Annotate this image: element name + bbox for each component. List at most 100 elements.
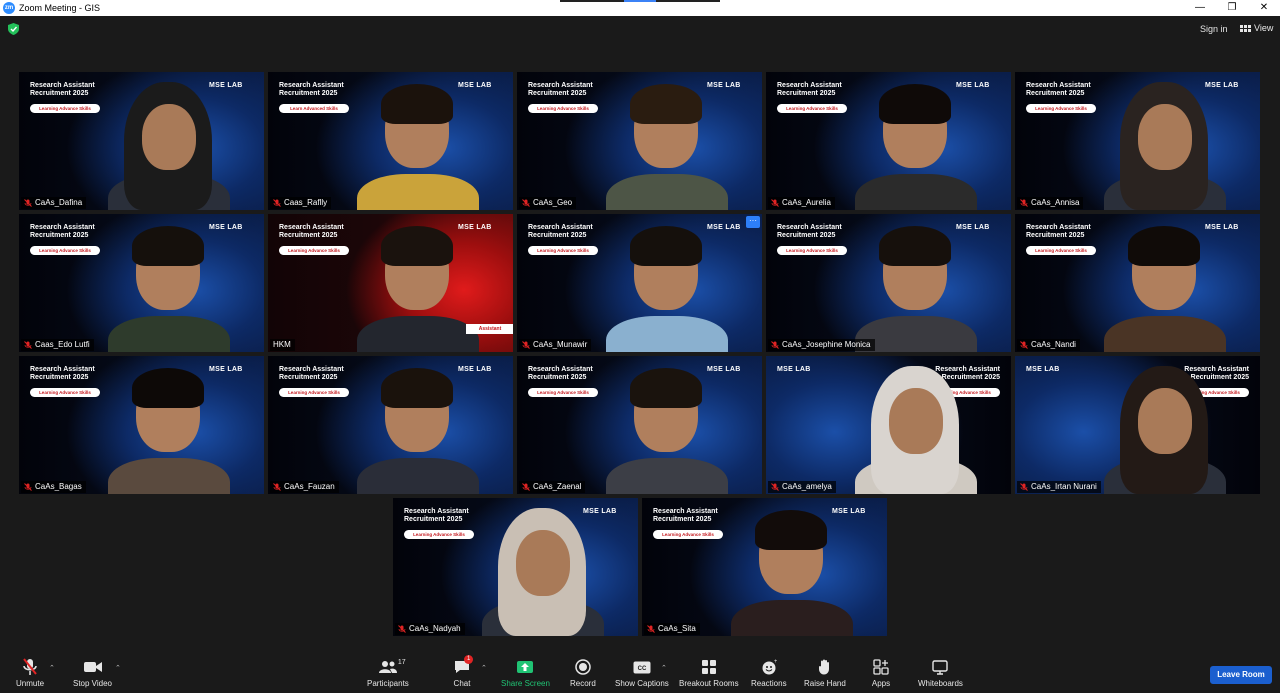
participant-name: CaAs_Dafina (35, 198, 83, 207)
participant-name: CaAs_Irtan Nurani (1031, 482, 1097, 491)
whiteboards-button[interactable]: Whiteboards (918, 658, 963, 688)
captions-options-caret-icon[interactable]: ⌃ (661, 664, 667, 672)
raise-hand-button[interactable]: Raise Hand (804, 658, 846, 688)
participant-video (855, 366, 977, 494)
participant-name: CaAs_Sita (658, 624, 696, 633)
participant-nametag: CaAs_Annisa (1017, 197, 1084, 209)
mic-muted-icon (522, 199, 530, 207)
more-options-icon[interactable]: ··· (746, 216, 760, 228)
participant-nametag: Caas_Raflly (270, 197, 332, 209)
restore-button[interactable]: ❐ (1216, 0, 1248, 16)
participant-name: CaAs_Munawir (533, 340, 588, 349)
breakout-rooms-label: Breakout Rooms (679, 679, 739, 688)
mic-muted-icon (23, 658, 37, 675)
video-tile[interactable]: Research Assistant Recruitment 2025 Learn… (1015, 214, 1260, 352)
sign-in-link[interactable]: Sign in (1200, 24, 1228, 34)
video-tile[interactable]: Research Assistant Recruitment 2025 Learn… (766, 72, 1011, 210)
mic-muted-icon (771, 341, 779, 349)
mse-lab-logo: MSE LAB (777, 366, 811, 373)
participant-name: CaAs_Nadyah (409, 624, 461, 633)
view-button[interactable]: View (1240, 23, 1273, 33)
mic-muted-icon (398, 625, 406, 633)
video-tile[interactable]: Research Assistant Recruitment 2025 Learn… (517, 356, 762, 494)
video-tile[interactable]: Research Assistant Recruitment 2025 Learn… (268, 214, 513, 352)
participant-video (357, 82, 479, 210)
video-tile[interactable]: Research Assistant Recruitment 2025 Learn… (19, 356, 264, 494)
participant-nametag: CaAs_Bagas (21, 481, 86, 493)
minimize-button[interactable]: — (1184, 0, 1216, 16)
chat-options-caret-icon[interactable]: ⌃ (481, 664, 487, 672)
mic-muted-icon (771, 199, 779, 207)
video-camera-icon (83, 662, 102, 672)
breakout-rooms-button[interactable]: Breakout Rooms (679, 658, 739, 688)
participant-name: CaAs_Annisa (1031, 198, 1080, 207)
participants-icon (378, 661, 397, 673)
participants-button[interactable]: 17 Participants (367, 658, 409, 688)
mic-muted-icon (24, 199, 32, 207)
participant-video (1104, 224, 1226, 352)
video-tile[interactable]: Research Assistant Recruitment 2025 Learn… (517, 214, 762, 352)
mic-muted-icon (273, 483, 281, 491)
video-tile[interactable]: Research Assistant Recruitment 2025 Learn… (517, 72, 762, 210)
record-button[interactable]: Record (570, 658, 596, 688)
apps-button[interactable]: Apps (871, 658, 891, 688)
raise-hand-label: Raise Hand (804, 679, 846, 688)
window-title: Zoom Meeting - GIS (19, 3, 101, 13)
mic-muted-icon (522, 483, 530, 491)
video-tile[interactable]: Research Assistant Recruitment 2025 Learn… (1015, 356, 1260, 494)
participant-nametag: CaAs_Nandi (1017, 339, 1080, 351)
share-screen-icon (517, 661, 534, 673)
mse-lab-logo: MSE LAB (1026, 366, 1060, 373)
participant-video (357, 224, 479, 352)
video-tile[interactable]: Research Assistant Recruitment 2025 Learn… (19, 72, 264, 210)
record-icon (575, 659, 591, 675)
video-options-caret-icon[interactable]: ⌃ (115, 664, 121, 672)
participant-video (855, 82, 977, 210)
video-tile[interactable]: Research Assistant Recruitment 2025 Learn… (766, 356, 1011, 494)
participant-video (108, 82, 230, 210)
show-captions-label: Show Captions (615, 679, 669, 688)
participant-name: CaAs_Nandi (1031, 340, 1076, 349)
show-captions-button[interactable]: CC Show Captions (615, 658, 669, 688)
background-tagline: Learning Advance Skills (30, 104, 100, 113)
video-tile[interactable]: Research Assistant Recruitment 2025 Learn… (268, 72, 513, 210)
reactions-button[interactable]: + Reactions (751, 658, 787, 688)
participant-video (482, 508, 604, 636)
close-button[interactable]: ✕ (1248, 0, 1280, 16)
mic-muted-icon (1020, 483, 1028, 491)
participant-name: Caas_Raflly (284, 198, 328, 207)
apps-icon (873, 659, 889, 675)
share-screen-button[interactable]: Share Screen (501, 658, 550, 688)
participant-name: CaAs_amelya (782, 482, 832, 491)
background-tagline: Learning Advance Skills (1026, 104, 1096, 113)
participant-nametag: CaAs_Geo (519, 197, 577, 209)
participant-name: CaAs_Geo (533, 198, 573, 207)
svg-text:+: + (774, 659, 777, 665)
participant-video (108, 224, 230, 352)
video-tile[interactable]: Research Assistant Recruitment 2025 Learn… (766, 214, 1011, 352)
video-tile[interactable]: Research Assistant Recruitment 2025 Learn… (393, 498, 638, 636)
apps-label: Apps (871, 679, 891, 688)
audio-options-caret-icon[interactable]: ⌃ (49, 664, 55, 672)
participant-video (1104, 82, 1226, 210)
video-tile[interactable]: Research Assistant Recruitment 2025 Learn… (642, 498, 887, 636)
background-tagline: Learning Advance Skills (404, 530, 474, 539)
leave-room-button[interactable]: Leave Room (1210, 666, 1272, 684)
grid-view-icon (1240, 24, 1251, 32)
shield-icon[interactable] (8, 23, 19, 35)
share-screen-label: Share Screen (501, 679, 550, 688)
participant-video (606, 224, 728, 352)
participant-nametag: CaAs_Sita (644, 623, 700, 635)
stop-video-button[interactable]: Stop Video (73, 658, 112, 688)
video-tile[interactable]: Research Assistant Recruitment 2025 Learn… (1015, 72, 1260, 210)
mic-muted-icon (24, 483, 32, 491)
chat-button[interactable]: 1 Chat (452, 655, 474, 688)
mic-muted-icon (24, 341, 32, 349)
unmute-button[interactable]: Unmute (16, 658, 44, 688)
video-tile[interactable]: Research Assistant Recruitment 2025 Learn… (19, 214, 264, 352)
background-tagline: Learn Advanced Skills (279, 104, 349, 113)
background-tagline: Learning Advance Skills (528, 388, 598, 397)
captions-icon: CC (633, 661, 651, 673)
video-tile[interactable]: Research Assistant Recruitment 2025 Learn… (268, 356, 513, 494)
participant-nametag: CaAs_Aurelia (768, 197, 835, 209)
